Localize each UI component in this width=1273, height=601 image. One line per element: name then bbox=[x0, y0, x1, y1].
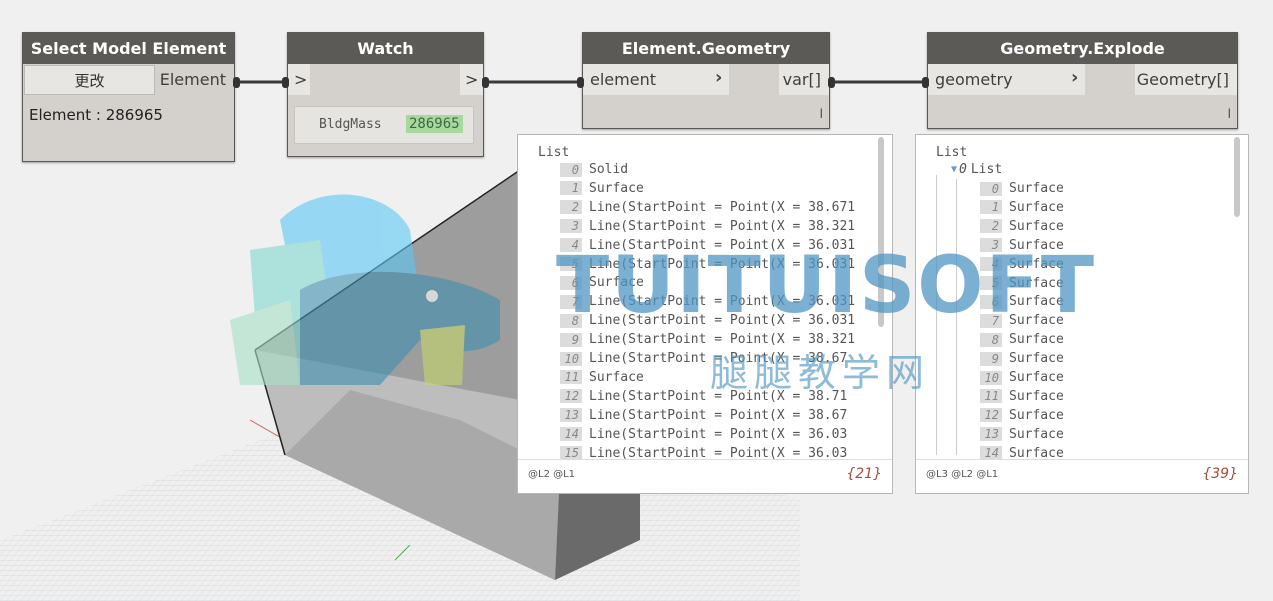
output-port-var[interactable]: var[] bbox=[779, 64, 829, 95]
list-item[interactable]: 13 Line(StartPoint = Point(X = 38.67 bbox=[560, 406, 847, 425]
port-connector-knob[interactable] bbox=[482, 77, 489, 88]
graph-canvas[interactable]: Select Model Element 更改 Element Element … bbox=[0, 0, 1273, 601]
list-item-value: Surface bbox=[1009, 407, 1064, 423]
output-port-geometry-list[interactable]: Geometry[] bbox=[1135, 64, 1237, 95]
list-item[interactable]: 11 Surface bbox=[980, 387, 1064, 406]
node-element-geometry[interactable]: Element.Geometry element › var[] l bbox=[582, 32, 830, 129]
list-item-index: 12 bbox=[560, 389, 582, 404]
list-footer: @L2 @L1 {21} bbox=[518, 459, 892, 493]
list-item[interactable]: 1 Surface bbox=[560, 179, 644, 198]
list-item[interactable]: 9 Surface bbox=[980, 349, 1064, 368]
list-item[interactable]: 12 Surface bbox=[980, 406, 1064, 425]
list-item-value: Surface bbox=[1009, 332, 1064, 348]
output-port-element[interactable]: Element bbox=[156, 64, 234, 95]
list-item-value: Surface bbox=[589, 180, 644, 196]
list-item-value: Line(StartPoint = Point(X = 38.671 bbox=[589, 199, 856, 215]
list-levels[interactable]: @L2 @L1 bbox=[528, 469, 575, 480]
watermark-brand: TUITUISOFT bbox=[556, 241, 1097, 331]
list-item-index: 1 bbox=[980, 200, 1002, 215]
list-item[interactable]: 8 Surface bbox=[980, 330, 1064, 349]
list-item-value: Surface bbox=[1009, 370, 1064, 385]
list-item-value: Surface bbox=[1009, 218, 1064, 234]
node-title[interactable]: Watch bbox=[288, 33, 483, 64]
change-selection-button[interactable]: 更改 bbox=[24, 65, 155, 95]
chevron-right-icon: › bbox=[715, 67, 723, 88]
list-item-index: 3 bbox=[560, 219, 582, 234]
sublist-label: List bbox=[970, 162, 1003, 177]
node-geometry-explode[interactable]: Geometry.Explode geometry › Geometry[] l bbox=[927, 32, 1238, 129]
list-item-value: Solid bbox=[589, 162, 629, 177]
list-item-index: 13 bbox=[560, 408, 582, 423]
input-port[interactable]: > bbox=[288, 64, 310, 95]
list-item-value: Line(StartPoint = Point(X = 36.03 bbox=[589, 426, 848, 442]
list-item-value: Line(StartPoint = Point(X = 38.321 bbox=[589, 218, 856, 234]
list-item-value: Line(StartPoint = Point(X = 38.67 bbox=[589, 407, 848, 423]
list-item[interactable]: 0 Surface bbox=[980, 179, 1064, 198]
list-item[interactable]: 13 Surface bbox=[980, 425, 1064, 444]
list-levels[interactable]: @L3 @L2 @L1 bbox=[926, 469, 998, 480]
node-title[interactable]: Select Model Element bbox=[23, 33, 234, 64]
watch-value-label: BldgMass bbox=[319, 117, 382, 132]
list-item-index: 8 bbox=[980, 332, 1002, 347]
list-item[interactable]: 14 Line(StartPoint = Point(X = 36.03 bbox=[560, 425, 847, 444]
node-title[interactable]: Element.Geometry bbox=[583, 33, 829, 64]
list-item-index: 10 bbox=[560, 351, 582, 366]
list-item-index: 2 bbox=[560, 200, 582, 215]
list-item-index: 15 bbox=[560, 446, 582, 460]
list-item[interactable]: 2 Surface bbox=[980, 217, 1064, 236]
list-item-index: 0 bbox=[560, 162, 582, 177]
port-connector-knob[interactable] bbox=[922, 77, 929, 88]
list-item[interactable]: 11 Surface bbox=[560, 368, 644, 387]
sublist-row[interactable]: ▼ 0 List bbox=[951, 160, 1002, 179]
lacing-indicator[interactable]: l bbox=[1228, 107, 1231, 121]
port-connector-knob[interactable] bbox=[828, 77, 835, 88]
list-item[interactable]: 1 Surface bbox=[980, 198, 1064, 217]
list-item-index: 2 bbox=[980, 219, 1002, 234]
port-connector-knob[interactable] bbox=[282, 77, 289, 88]
lacing-indicator[interactable]: l bbox=[820, 107, 823, 121]
node-select-model-element[interactable]: Select Model Element 更改 Element Element … bbox=[22, 32, 235, 162]
scrollbar[interactable] bbox=[1234, 137, 1240, 217]
list-count: {21} bbox=[846, 466, 882, 482]
input-port-geometry[interactable]: geometry bbox=[928, 64, 1085, 95]
list-item-value: Surface bbox=[1009, 388, 1064, 404]
node-title[interactable]: Geometry.Explode bbox=[928, 33, 1237, 64]
list-item-value: Surface bbox=[1009, 351, 1064, 367]
list-footer: @L3 @L2 @L1 {39} bbox=[916, 459, 1248, 493]
list-item-index: 10 bbox=[980, 370, 1002, 385]
list-item-index: 11 bbox=[560, 370, 582, 385]
node-watch[interactable]: Watch > > BldgMass 286965 bbox=[287, 32, 484, 157]
output-port[interactable]: > bbox=[460, 64, 483, 95]
list-item[interactable]: 10 Surface bbox=[980, 368, 1064, 387]
list-item-index: 13 bbox=[980, 427, 1002, 442]
watermark-cn: 腿腿教学网 bbox=[710, 351, 931, 395]
list-header: List bbox=[936, 145, 968, 160]
list-item-index: 1 bbox=[560, 181, 582, 196]
selected-element-label: Element : 286965 bbox=[29, 106, 163, 124]
port-connector-knob[interactable] bbox=[233, 77, 240, 88]
list-item-index: 14 bbox=[980, 446, 1002, 461]
list-item-index: 0 bbox=[980, 181, 1002, 196]
list-item[interactable]: 3 Line(StartPoint = Point(X = 38.321 bbox=[560, 217, 855, 236]
watch-value-panel: BldgMass 286965 bbox=[294, 106, 474, 144]
list-item-value: Surface bbox=[1009, 426, 1064, 442]
sublist-index: 0 bbox=[959, 162, 967, 177]
list-item-index: 12 bbox=[980, 408, 1002, 423]
list-count: {39} bbox=[1202, 466, 1238, 482]
input-port-element[interactable]: element bbox=[583, 64, 729, 95]
list-item-index: 11 bbox=[980, 389, 1002, 404]
watch-value: 286965 bbox=[406, 115, 463, 133]
list-item-value: Surface bbox=[589, 369, 644, 385]
list-item[interactable]: 2 Line(StartPoint = Point(X = 38.671 bbox=[560, 198, 855, 217]
list-item-index: 14 bbox=[560, 427, 582, 442]
list-item-value: Surface bbox=[1009, 199, 1064, 215]
port-connector-knob[interactable] bbox=[577, 77, 584, 88]
list-item-index: 9 bbox=[980, 351, 1002, 366]
collapse-triangle-icon[interactable]: ▼ bbox=[951, 164, 957, 175]
list-item-index: 9 bbox=[560, 332, 582, 347]
list-header: List bbox=[538, 145, 570, 160]
chevron-right-icon: › bbox=[1071, 67, 1079, 88]
list-item-value: Surface bbox=[1009, 181, 1064, 196]
list-item[interactable]: 0 Solid bbox=[560, 160, 628, 179]
